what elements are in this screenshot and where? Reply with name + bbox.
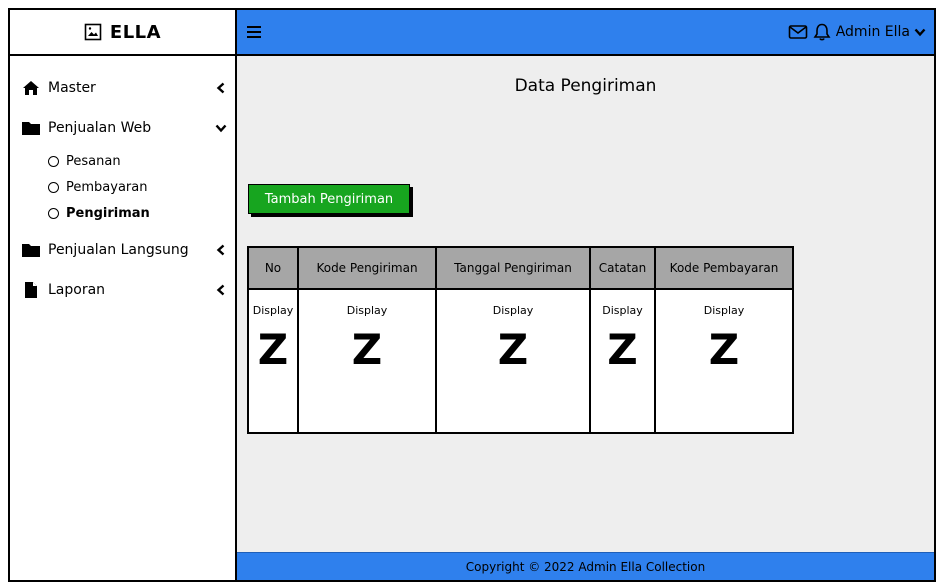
sidebar-subitem-pengiriman[interactable]: Pengiriman	[10, 200, 235, 226]
add-shipment-button[interactable]: Tambah Pengiriman	[248, 184, 410, 214]
placeholder-z-glyph: Z	[351, 325, 383, 374]
sidebar-subitem-pesanan[interactable]: Pesanan	[10, 148, 235, 174]
sidebar-item-penjualan-langsung[interactable]: Penjualan Langsung	[10, 230, 235, 270]
column-header-kode-pengiriman[interactable]: Kode Pengiriman	[297, 246, 437, 290]
chevron-left-icon	[216, 82, 225, 94]
sidebar: ELLA Master Penjualan Web Pesanan Pembay…	[10, 10, 237, 580]
brand[interactable]: ELLA	[10, 10, 235, 56]
cell-display-label: Display	[703, 304, 745, 317]
sidebar-item-laporan[interactable]: Laporan	[10, 270, 235, 310]
file-icon	[20, 281, 42, 299]
footer: Copyright © 2022 Admin Ella Collection	[237, 552, 934, 580]
copyright-text: Copyright © 2022 Admin Ella Collection	[465, 559, 706, 574]
column-header-no[interactable]: No	[247, 246, 299, 290]
chevron-down-icon	[215, 124, 227, 133]
circle-icon	[48, 181, 59, 193]
sidebar-nav: Master Penjualan Web Pesanan Pembayaran	[10, 56, 235, 310]
image-file-icon	[84, 23, 102, 41]
placeholder-z-glyph: Z	[497, 325, 529, 374]
folder-icon	[20, 119, 42, 137]
sidebar-item-label: Master	[48, 80, 96, 96]
sidebar-item-label: Laporan	[48, 282, 106, 298]
column-header-tanggal-pengiriman[interactable]: Tanggal Pengiriman	[435, 246, 591, 290]
user-menu-label[interactable]: Admin Ella	[836, 24, 910, 40]
sidebar-submenu-penjualan-web: Pesanan Pembayaran Pengiriman	[10, 148, 235, 230]
sidebar-item-penjualan-web[interactable]: Penjualan Web	[10, 108, 235, 148]
cell-display-label: Display	[252, 304, 294, 317]
bell-icon[interactable]	[812, 22, 832, 42]
table-cell: Display Z	[247, 288, 299, 434]
column-header-catatan[interactable]: Catatan	[589, 246, 656, 290]
sidebar-item-master[interactable]: Master	[10, 68, 235, 108]
placeholder-z-glyph: Z	[257, 325, 289, 374]
table-cell: Display Z	[297, 288, 437, 434]
chevron-left-icon	[216, 284, 225, 296]
column-header-kode-pembayaran[interactable]: Kode Pembayaran	[654, 246, 794, 290]
cell-display-label: Display	[602, 304, 643, 317]
table-cell: Display Z	[654, 288, 794, 434]
placeholder-z-glyph: Z	[708, 325, 740, 374]
shipment-table: No Kode Pengiriman Tanggal Pengiriman Ca…	[247, 246, 794, 434]
topbar-right: Admin Ella	[788, 22, 926, 42]
topbar: Admin Ella	[237, 10, 934, 56]
app-frame: ELLA Master Penjualan Web Pesanan Pembay…	[8, 8, 936, 582]
table-cell: Display Z	[589, 288, 656, 434]
chevron-down-icon[interactable]	[914, 26, 926, 38]
cell-display-label: Display	[492, 304, 534, 317]
sidebar-item-label: Penjualan Langsung	[48, 242, 189, 258]
brand-name: ELLA	[109, 21, 162, 43]
table-header-row: No Kode Pengiriman Tanggal Pengiriman Ca…	[247, 246, 794, 290]
sidebar-subitem-label: Pembayaran	[66, 179, 148, 195]
menu-icon[interactable]	[247, 26, 261, 38]
table-row[interactable]: Display Z Display Z Display Z Display Z	[247, 288, 794, 434]
chevron-left-icon	[216, 244, 225, 256]
sidebar-item-label: Penjualan Web	[48, 120, 152, 136]
circle-icon	[48, 207, 59, 219]
sidebar-subitem-pembayaran[interactable]: Pembayaran	[10, 174, 235, 200]
page-title: Data Pengiriman	[514, 76, 657, 96]
cell-display-label: Display	[346, 304, 388, 317]
folder-icon	[20, 241, 42, 259]
table-cell: Display Z	[435, 288, 591, 434]
sidebar-subitem-label: Pesanan	[66, 153, 121, 169]
sidebar-subitem-label: Pengiriman	[66, 205, 150, 221]
placeholder-z-glyph: Z	[607, 325, 638, 374]
main-content: Data Pengiriman Tambah Pengiriman No Kod…	[237, 56, 934, 552]
circle-icon	[48, 155, 59, 167]
home-icon	[20, 79, 42, 97]
mail-icon[interactable]	[788, 22, 808, 42]
